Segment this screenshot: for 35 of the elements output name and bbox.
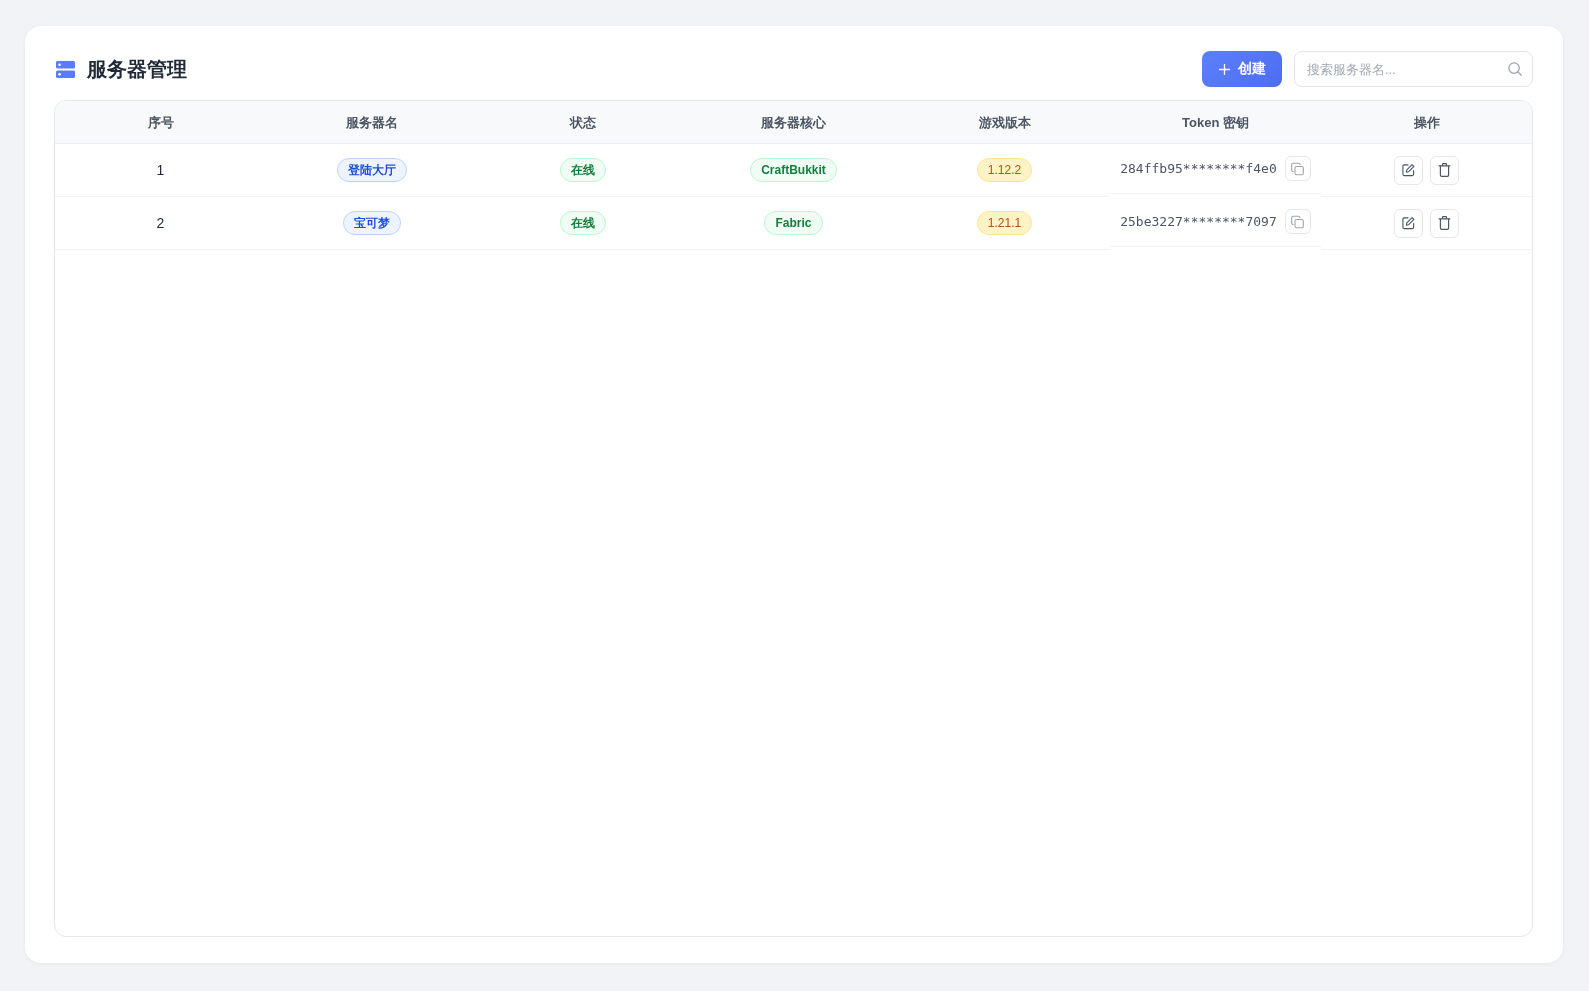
page-title: 服务器管理 — [87, 57, 187, 82]
edit-button[interactable] — [1394, 155, 1423, 185]
column-header: Token 密钥 — [1182, 114, 1249, 130]
edit-icon — [1402, 216, 1415, 230]
edit-icon — [1402, 163, 1415, 177]
status-tag: 在线 — [559, 158, 606, 182]
token-text: 284ffb95********f4e0 — [1120, 161, 1277, 176]
core-tag: CraftBukkit — [750, 158, 837, 182]
column-header: 服务器名 — [345, 114, 398, 130]
row-number: 1 — [156, 162, 165, 178]
column-header: 游戏版本 — [978, 114, 1031, 130]
version-tag: 1.12.2 — [976, 158, 1033, 182]
status-tag: 在线 — [559, 211, 606, 235]
delete-button[interactable] — [1430, 208, 1459, 238]
search-field[interactable]: 搜索服务器名... — [1294, 51, 1533, 87]
column-header: 序号 — [147, 114, 174, 130]
token-text: 25be3227********7097 — [1120, 214, 1277, 229]
trash-icon — [1438, 163, 1451, 177]
copy-icon — [1291, 214, 1305, 229]
version-tag: 1.21.1 — [976, 211, 1033, 235]
column-header: 服务器核心 — [761, 114, 826, 130]
trash-icon — [1438, 216, 1451, 230]
edit-button[interactable] — [1394, 208, 1423, 238]
server-name-tag: 宝可梦 — [342, 211, 401, 235]
column-header: 状态 — [569, 114, 596, 130]
create-button[interactable]: 创建 — [1202, 51, 1282, 87]
plus-icon — [1218, 63, 1230, 75]
core-tag: Fabric — [764, 211, 823, 235]
copy-icon — [1291, 161, 1305, 176]
delete-button[interactable] — [1430, 155, 1459, 185]
column-header: 操作 — [1413, 114, 1440, 130]
server-name-tag: 登陆大厅 — [336, 158, 407, 182]
server-stack-icon — [56, 60, 75, 78]
search-icon — [1508, 62, 1522, 76]
row-number: 2 — [156, 215, 165, 231]
